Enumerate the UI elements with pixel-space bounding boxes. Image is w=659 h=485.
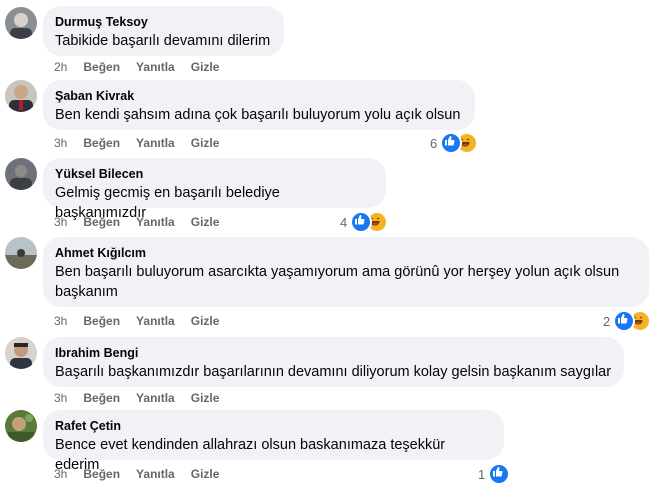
comment-author[interactable]: Ibrahim Bengi <box>55 345 612 361</box>
reaction-count: 6 <box>430 135 438 151</box>
comment-actions: 3h Beğen Yanıtla Gizle <box>54 467 235 481</box>
timestamp[interactable]: 3h <box>54 467 67 481</box>
reply-button[interactable]: Yanıtla <box>136 391 175 405</box>
comment-text-line: Ben başarılı buluyorum asarcıkta yaşamıy… <box>55 264 620 280</box>
like-button[interactable]: Beğen <box>83 391 120 405</box>
reaction-summary[interactable]: 6 <box>430 132 479 154</box>
comment-actions: 3h Beğen Yanıtla Gizle <box>54 215 235 229</box>
comment-author[interactable]: Rafet Çetin <box>55 418 492 434</box>
comment-bubble: Yüksel Bilecen Gelmiş gecmiş en başarılı… <box>43 158 386 221</box>
hide-button[interactable]: Gizle <box>191 314 220 328</box>
comment-bubble: Şaban Kivrak Ben kendi şahsım adına çok … <box>43 80 475 130</box>
comment-actions: 3h Beğen Yanıtla Gizle <box>54 136 235 150</box>
like-button[interactable]: Beğen <box>83 60 120 74</box>
comment-author[interactable]: Şaban Kivrak <box>55 88 463 104</box>
reaction-summary[interactable]: 2 <box>603 310 652 332</box>
like-button[interactable]: Beğen <box>83 467 120 481</box>
timestamp[interactable]: 3h <box>54 391 67 405</box>
like-button[interactable]: Beğen <box>83 215 120 229</box>
reply-button[interactable]: Yanıtla <box>136 136 175 150</box>
comment-text-line: başkanım <box>55 284 118 300</box>
comment-text: Ben başarılı buluyorum asarcıkta yaşamıy… <box>55 262 637 302</box>
comment-bubble: Ibrahim Bengi Başarılı başkanımızdır baş… <box>43 337 624 387</box>
reply-button[interactable]: Yanıtla <box>136 467 175 481</box>
avatar[interactable] <box>5 237 37 269</box>
like-button[interactable]: Beğen <box>83 136 120 150</box>
avatar[interactable] <box>5 80 37 112</box>
avatar[interactable] <box>5 410 37 442</box>
reaction-summary[interactable]: 1 <box>478 463 511 485</box>
avatar[interactable] <box>5 7 37 39</box>
timestamp[interactable]: 3h <box>54 136 67 150</box>
comment-text: Tabikide başarılı devamını dilerim <box>55 33 271 49</box>
reaction-count: 4 <box>340 214 348 230</box>
comment-text: Başarılı başkanımızdır başarılarının dev… <box>55 364 612 380</box>
reaction-count: 1 <box>478 466 486 482</box>
comment-bubble: Rafet Çetin Bence evet kendinden allahra… <box>43 410 504 473</box>
comment-actions: 2h Beğen Yanıtla Gizle <box>54 60 235 74</box>
timestamp[interactable]: 3h <box>54 215 67 229</box>
comment-author[interactable]: Durmuş Teksoy <box>55 14 272 30</box>
reaction-summary[interactable]: 4 <box>340 211 389 233</box>
comment-author[interactable]: Ahmet Kığılcım <box>55 245 637 261</box>
comment-author[interactable]: Yüksel Bilecen <box>55 166 374 182</box>
comment-text: Ben kendi şahsım adına çok başarılı bulu… <box>55 107 461 123</box>
like-reaction-icon <box>488 463 511 485</box>
reply-button[interactable]: Yanıtla <box>136 215 175 229</box>
hide-button[interactable]: Gizle <box>191 215 220 229</box>
timestamp[interactable]: 2h <box>54 60 67 74</box>
comment-bubble: Durmuş Teksoy Tabikide başarılı devamını… <box>43 6 284 56</box>
reply-button[interactable]: Yanıtla <box>136 60 175 74</box>
avatar[interactable] <box>5 158 37 190</box>
reaction-count: 2 <box>603 313 611 329</box>
comment-actions: 3h Beğen Yanıtla Gizle <box>54 314 235 328</box>
hide-button[interactable]: Gizle <box>191 136 220 150</box>
like-button[interactable]: Beğen <box>83 314 120 328</box>
hide-button[interactable]: Gizle <box>191 60 220 74</box>
comment-bubble: Ahmet Kığılcım Ben başarılı buluyorum as… <box>43 237 649 307</box>
hide-button[interactable]: Gizle <box>191 467 220 481</box>
hide-button[interactable]: Gizle <box>191 391 220 405</box>
reply-button[interactable]: Yanıtla <box>136 314 175 328</box>
comment-actions: 3h Beğen Yanıtla Gizle <box>54 391 235 405</box>
timestamp[interactable]: 3h <box>54 314 67 328</box>
avatar[interactable] <box>5 337 37 369</box>
